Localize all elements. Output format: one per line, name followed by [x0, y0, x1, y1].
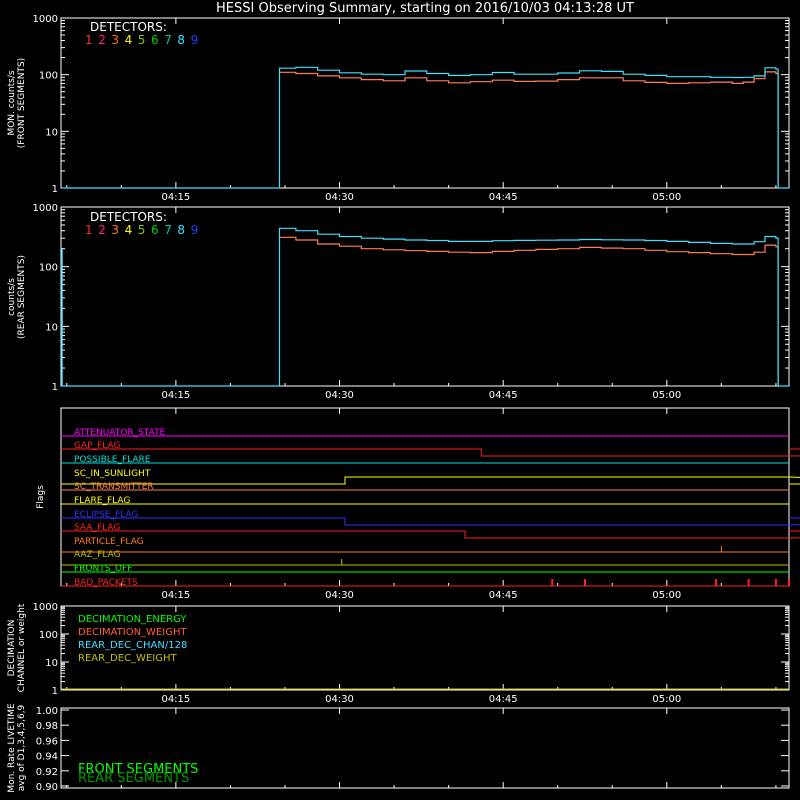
flag-label-sc-transmitter: SC_TRANSMITTER	[74, 482, 154, 492]
front-ylabel-2: (FRONT SEGMENTS)	[17, 58, 27, 148]
y-tick-label: 1000	[33, 602, 58, 613]
decimation-legend-2: DECIMATION_WEIGHT	[78, 627, 187, 638]
x-tick-label: 04:15	[161, 590, 190, 601]
detector-number-8: 8	[177, 223, 185, 237]
x-tick-label: 04:30	[325, 390, 354, 401]
y-tick-label: 1	[52, 184, 58, 195]
y-tick-label: 10	[45, 127, 58, 138]
flag-label-gap-flag: GAP_FLAG	[74, 441, 120, 451]
x-tick-label: 05:00	[652, 590, 681, 601]
rear-ylabel-2: (REAR SEGMENTS)	[17, 255, 27, 339]
decimation-ylabel-1: DECIMATION	[7, 620, 17, 677]
x-tick-label: 04:45	[489, 390, 518, 401]
x-tick-label: 04:15	[161, 390, 190, 401]
decimation-legend-4: REAR_DEC_WEIGHT	[78, 653, 177, 664]
hessi-summary-figure: HESSI Observing Summary, starting on 201…	[0, 0, 800, 800]
y-tick-label: 100	[39, 71, 58, 82]
flag-label-sc-in-sunlight: SC_IN_SUNLIGHT	[74, 469, 151, 479]
flag-label-attenuator-state: ATTENUATOR_STATE	[74, 428, 166, 438]
y-tick-label: 0.96	[36, 736, 58, 747]
x-tick-label: 04:15	[161, 694, 190, 705]
detector-number-3: 3	[111, 33, 119, 47]
detector-number-4: 4	[125, 33, 133, 47]
detector-number-1: 1	[85, 33, 93, 47]
detector-number-7: 7	[164, 33, 172, 47]
x-tick-label: 05:00	[652, 694, 681, 705]
livetime-ylabel-2: avg of D1,3,4,5,6,9	[17, 704, 27, 791]
flags-ylabel: Flags	[36, 485, 46, 509]
flag-label-particle-flag: PARTICLE_FLAG	[74, 537, 144, 547]
flag-label-saa-flag: SAA_FLAG	[74, 523, 120, 533]
detector-number-8: 8	[177, 33, 185, 47]
y-tick-label: 0.92	[36, 767, 58, 778]
x-tick-label: 04:15	[161, 192, 190, 203]
flag-label-fronts-off: FRONTS_OFF	[74, 564, 132, 574]
x-tick-label: 04:45	[489, 694, 518, 705]
detector-number-4: 4	[125, 223, 133, 237]
y-tick-label: 0.90	[36, 782, 58, 793]
livetime-legend-2: REAR SEGMENTS	[78, 771, 189, 786]
rear-ylabel-1: counts/s	[7, 278, 17, 316]
y-tick-label: 10	[45, 658, 58, 669]
x-tick-label: 05:00	[652, 390, 681, 401]
x-tick-label: 04:30	[325, 590, 354, 601]
detector-number-7: 7	[164, 223, 172, 237]
y-tick-label: 1	[52, 382, 58, 393]
y-tick-label: 1.00	[36, 706, 58, 717]
rear-detectors-label: DETECTORS:	[90, 210, 167, 224]
detector-number-2: 2	[98, 33, 106, 47]
detector-number-5: 5	[138, 223, 146, 237]
flag-label-flare-flag: FLARE_FLAG	[74, 496, 130, 506]
y-tick-label: 100	[39, 263, 58, 274]
decimation-ylabel-2: CHANNEL or weight	[17, 603, 27, 692]
y-tick-label: 1000	[33, 14, 58, 25]
x-tick-label: 04:45	[489, 590, 518, 601]
x-tick-label: 05:00	[652, 192, 681, 203]
front-detectors-label: DETECTORS:	[90, 20, 167, 34]
flag-label-bad-packets: BAD_PACKETS	[74, 578, 138, 588]
detector-number-5: 5	[138, 33, 146, 47]
y-tick-label: 0.98	[36, 721, 58, 732]
detector-number-6: 6	[151, 223, 159, 237]
front-detector-numbers: 123456789	[85, 33, 198, 47]
x-tick-label: 04:30	[325, 694, 354, 705]
x-tick-label: 04:30	[325, 192, 354, 203]
detector-number-2: 2	[98, 223, 106, 237]
y-tick-label: 100	[39, 630, 58, 641]
decimation-legend-1: DECIMATION_ENERGY	[78, 614, 187, 625]
detector-number-3: 3	[111, 223, 119, 237]
flag-label-possible-flare: POSSIBLE_FLARE	[74, 455, 151, 465]
detector-number-9: 9	[191, 223, 199, 237]
y-tick-label: 1	[52, 686, 58, 697]
flag-label-aaz-flag: AAZ_FLAG	[74, 550, 121, 560]
decimation-legend-3: REAR_DEC_CHAN/128	[78, 640, 187, 651]
front-ylabel-1: MON. counts/s	[7, 70, 17, 135]
y-tick-label: 0.94	[36, 752, 58, 763]
detector-number-9: 9	[191, 33, 199, 47]
x-tick-label: 04:45	[489, 192, 518, 203]
detector-number-6: 6	[151, 33, 159, 47]
livetime-ylabel-1: Mon. Rate LIVETIME	[7, 703, 17, 793]
y-tick-label: 10	[45, 322, 58, 333]
rear-detector-numbers: 123456789	[85, 223, 198, 237]
figure-title: HESSI Observing Summary, starting on 201…	[216, 1, 634, 16]
flag-label-eclipse-flag: ECLIPSE_FLAG	[74, 510, 138, 520]
y-tick-label: 1000	[33, 203, 58, 214]
detector-number-1: 1	[85, 223, 93, 237]
